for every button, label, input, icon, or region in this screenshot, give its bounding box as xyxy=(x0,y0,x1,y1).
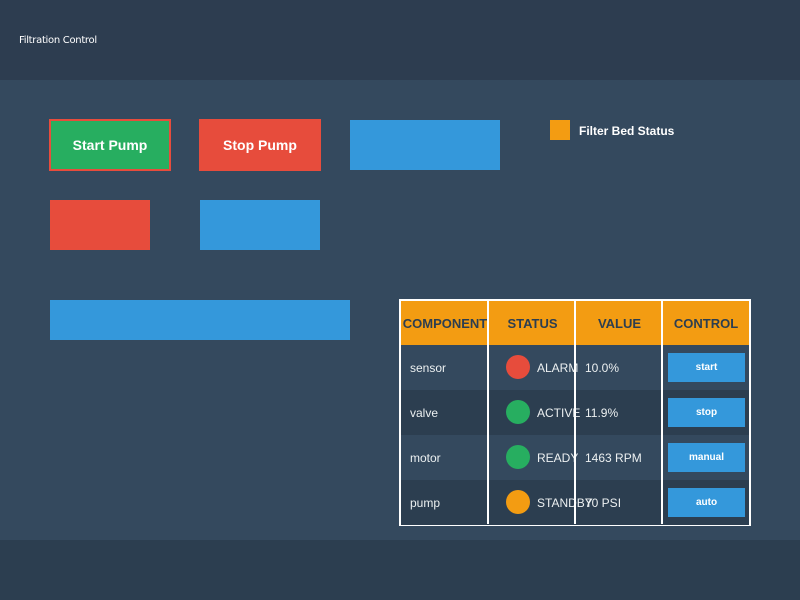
control-auto-button[interactable]: auto xyxy=(668,488,745,517)
header-status: STATUS xyxy=(507,315,558,331)
header-control: CONTROL xyxy=(673,315,739,331)
blank-blue-button-1[interactable] xyxy=(350,120,500,170)
legend-label: Filter Bed Status xyxy=(579,124,675,138)
control-manual-button[interactable]: manual xyxy=(668,443,745,472)
control-stop-button[interactable]: stop xyxy=(668,398,745,427)
control-start-button[interactable]: start xyxy=(668,353,745,382)
header-bar: Filtration Control xyxy=(0,0,800,80)
column-divider xyxy=(574,301,576,524)
cell-component: motor xyxy=(410,450,441,465)
cell-value: 11.9% xyxy=(585,405,619,420)
status-indicator xyxy=(506,400,530,424)
column-divider xyxy=(661,301,663,524)
status-indicator xyxy=(506,490,530,514)
header-value: VALUE xyxy=(597,315,642,331)
cell-value: 10.0% xyxy=(585,360,620,375)
start-pump-button[interactable]: Start Pump xyxy=(49,119,171,171)
blank-blue-bar-button[interactable] xyxy=(50,300,350,340)
status-indicator xyxy=(506,355,530,379)
status-indicator xyxy=(506,445,530,469)
footer-bar xyxy=(0,540,800,600)
header-component: COMPONENT xyxy=(402,315,488,331)
cell-component: valve xyxy=(410,405,439,420)
cell-status: READY xyxy=(537,450,579,465)
cell-component: sensor xyxy=(410,360,447,375)
stop-pump-button[interactable]: Stop Pump xyxy=(199,119,321,171)
column-divider xyxy=(487,301,489,524)
blank-red-button[interactable] xyxy=(50,200,150,250)
app-title: Filtration Control xyxy=(19,35,97,46)
cell-status: ALARM xyxy=(537,360,579,375)
cell-value: 70 PSI xyxy=(585,495,622,510)
legend-swatch xyxy=(550,120,570,140)
cell-component: pump xyxy=(410,495,441,510)
component-table: COMPONENT STATUS VALUE CONTROL sensor AL… xyxy=(399,299,751,526)
cell-value: 1463 RPM xyxy=(585,450,642,465)
blank-blue-button-2[interactable] xyxy=(200,200,320,250)
